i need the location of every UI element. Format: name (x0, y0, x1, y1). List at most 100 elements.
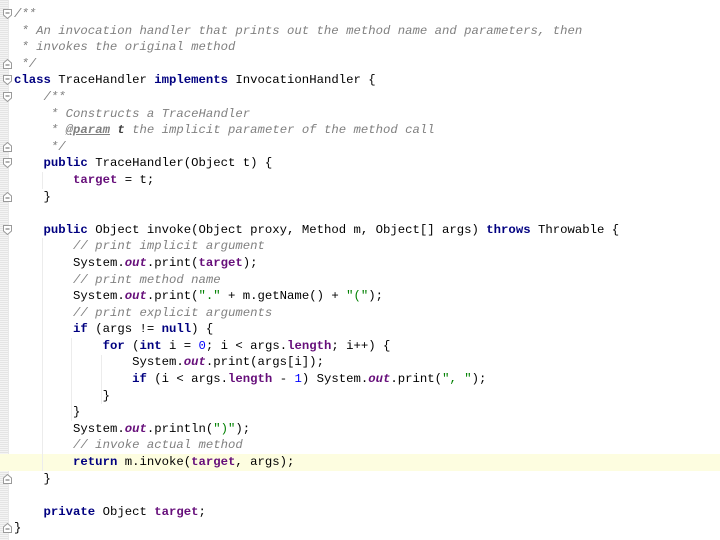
code-line[interactable]: * @param t the implicit parameter of the… (0, 122, 720, 139)
code-token: System. (73, 421, 125, 436)
code-token: = t; (117, 172, 155, 187)
code-token: TraceHandler(Object t) { (87, 156, 273, 171)
code-token: System. (73, 255, 125, 270)
keyword-token: private (43, 504, 96, 519)
field-token: length (287, 338, 332, 353)
code-token: ; (198, 504, 206, 519)
code-line[interactable]: target = t; (0, 172, 720, 189)
comment-token: // print method name (73, 272, 221, 287)
field-token: length (228, 372, 273, 387)
code-token: System. (132, 355, 184, 370)
keyword-token: public (43, 222, 88, 237)
code-line[interactable]: System.out.print("." + m.getName() + "("… (0, 288, 720, 305)
code-line[interactable]: System.out.print(args[i]); (0, 354, 720, 371)
keyword-token: implements (154, 73, 229, 88)
code-line[interactable]: public Object invoke(Object proxy, Metho… (0, 222, 720, 239)
code-line[interactable] (0, 205, 720, 222)
code-line[interactable]: private Object target; (0, 504, 720, 521)
code-line[interactable]: // print method name (0, 272, 720, 289)
code-line[interactable]: if (i < args.length - 1) System.out.prin… (0, 371, 720, 388)
comment-token: */ (43, 139, 66, 154)
field-token: target (191, 455, 236, 470)
code-token: .print( (390, 372, 443, 387)
comment-token: * invokes the original method (14, 40, 236, 55)
code-token: .print( (146, 289, 199, 304)
fold-collapse-icon[interactable] (3, 91, 12, 102)
fold-collapse-icon[interactable] (3, 9, 12, 19)
code-line[interactable]: /** (0, 89, 720, 106)
code-line[interactable]: } (0, 388, 720, 405)
code-line[interactable]: for (int i = 0; i < args.length; i++) { (0, 338, 720, 355)
code-line[interactable]: */ (0, 139, 720, 156)
code-line[interactable]: } (0, 404, 720, 421)
code-editor[interactable]: /** * An invocation handler that prints … (0, 0, 720, 540)
code-line[interactable]: } (0, 189, 720, 206)
code-line[interactable]: * An invocation handler that prints out … (0, 23, 720, 40)
static-field-token: out (124, 421, 147, 436)
code-token: ) { (191, 322, 214, 337)
code-line[interactable]: * Constructs a TraceHandler (0, 106, 720, 123)
code-token: Throwable { (530, 222, 620, 237)
string-token: "(" (346, 289, 369, 304)
code-line[interactable]: } (0, 520, 720, 537)
code-line[interactable]: if (args != null) { (0, 321, 720, 338)
code-token: } (73, 405, 81, 420)
code-token: ) System. (301, 372, 369, 387)
fold-end-icon[interactable] (3, 473, 12, 484)
comment-token: /** (43, 89, 66, 104)
code-token: .print( (146, 255, 199, 270)
code-token: + m.getName() + (220, 289, 347, 304)
string-token: ")" (213, 421, 236, 436)
code-token: (args != (87, 322, 162, 337)
code-line[interactable]: // print implicit argument (0, 238, 720, 255)
code-line[interactable]: System.out.println(")"); (0, 421, 720, 438)
comment-token: the implicit parameter of the method cal… (124, 123, 435, 138)
fold-collapse-icon[interactable] (3, 158, 12, 169)
code-token: } (43, 471, 51, 486)
fold-end-icon[interactable] (3, 141, 12, 152)
fold-collapse-icon[interactable] (3, 75, 12, 86)
code-line[interactable]: } (0, 471, 720, 488)
code-line[interactable]: * invokes the original method (0, 39, 720, 56)
code-line[interactable]: class TraceHandler implements Invocation… (0, 72, 720, 89)
code-area[interactable]: /** * An invocation handler that prints … (0, 6, 720, 537)
code-token: Object invoke(Object proxy, Method m, Ob… (87, 222, 487, 237)
static-field-token: out (368, 372, 391, 387)
number-token: 0 (198, 338, 206, 353)
code-line[interactable]: // invoke actual method (0, 437, 720, 454)
comment-token: // invoke actual method (73, 438, 243, 453)
code-line[interactable] (0, 487, 720, 504)
code-token: ); (242, 255, 258, 270)
fold-end-icon[interactable] (3, 523, 12, 534)
static-field-token: out (183, 355, 206, 370)
keyword-token: if (73, 322, 88, 337)
code-token: .println( (146, 421, 214, 436)
code-line[interactable]: // print explicit arguments (0, 305, 720, 322)
keyword-token: class (14, 73, 51, 88)
fold-end-icon[interactable] (3, 191, 12, 202)
code-token: System. (73, 289, 125, 304)
code-line[interactable]: /** (0, 6, 720, 23)
javadoc-param-token: t (117, 123, 125, 138)
fold-collapse-icon[interactable] (3, 224, 12, 235)
fold-end-icon[interactable] (3, 58, 12, 69)
code-token: (i < args. (146, 372, 229, 387)
code-line[interactable]: System.out.print(target); (0, 255, 720, 272)
code-line[interactable]: public TraceHandler(Object t) { (0, 155, 720, 172)
static-field-token: out (124, 289, 147, 304)
code-line[interactable]: */ (0, 56, 720, 73)
code-line-current[interactable]: return m.invoke(target, args); (0, 454, 720, 471)
